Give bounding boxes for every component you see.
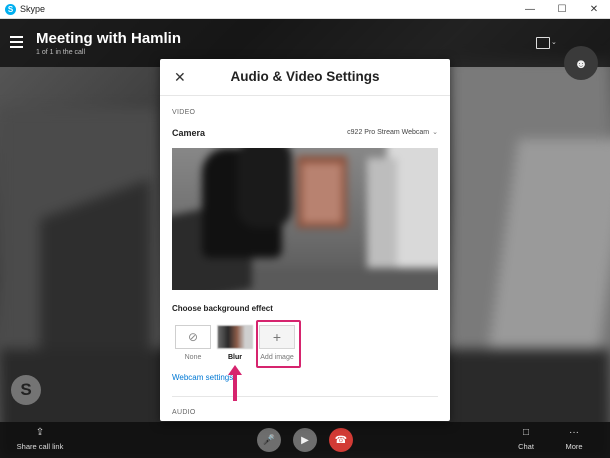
more-button[interactable]: ··· More <box>559 427 589 451</box>
divider <box>160 95 450 96</box>
camera-button[interactable]: ▶ <box>293 428 317 452</box>
background-effect-label: Choose background effect <box>172 304 273 313</box>
microphone-icon: 🎤 <box>262 434 276 446</box>
webcam-settings-link[interactable]: Webcam settings <box>172 373 233 382</box>
chat-icon: □ <box>522 427 530 438</box>
audio-video-settings-dialog: ✕ Audio & Video Settings VIDEO Camera c9… <box>160 59 450 421</box>
camera-label: Camera <box>172 128 206 138</box>
effect-none-option[interactable]: ⊘ None <box>175 325 211 361</box>
maximize-button[interactable]: ☐ <box>546 0 578 19</box>
effect-none-label: None <box>184 354 202 361</box>
effect-blur-label: Blur <box>228 354 242 361</box>
audio-section-heading: AUDIO <box>172 409 196 416</box>
call-subtitle: 1 of 1 in the call <box>36 49 86 56</box>
hang-up-icon: ☎ <box>334 434 348 446</box>
chevron-down-icon: ⌄ <box>432 129 438 136</box>
highlight-box-annotation <box>256 320 301 368</box>
share-call-link-label: Share call link <box>16 442 64 451</box>
call-controls-bar: ⇪ Share call link 🎤 ▶ ☎ □ Chat ··· More <box>0 422 610 458</box>
camera-dropdown[interactable]: c922 Pro Stream Webcam ⌄ <box>347 128 438 136</box>
more-icon: ··· <box>569 427 579 438</box>
camera-dropdown-value: c922 Pro Stream Webcam <box>347 129 430 136</box>
end-call-button[interactable]: ☎ <box>329 428 353 452</box>
more-label: More <box>565 442 583 451</box>
layout-switch-icon[interactable] <box>536 37 550 49</box>
chevron-down-icon[interactable]: ⌄ <box>551 38 557 46</box>
blur-thumbnail <box>217 325 253 349</box>
window-controls: — ☐ ✕ <box>514 0 610 19</box>
skype-avatar-badge: S <box>11 375 41 405</box>
minimize-button[interactable]: — <box>514 0 546 19</box>
hamburger-menu-icon[interactable] <box>10 36 23 48</box>
microphone-button[interactable]: 🎤 <box>257 428 281 452</box>
share-call-link-button[interactable]: ⇪ Share call link <box>16 427 64 451</box>
camera-preview <box>172 148 438 290</box>
video-camera-icon: ▶ <box>301 434 309 446</box>
arrow-up-annotation <box>228 365 242 401</box>
window-title-bar: S Skype — ☐ ✕ <box>0 0 610 19</box>
chat-button[interactable]: □ Chat <box>511 427 541 451</box>
window-title: Skype <box>20 4 46 14</box>
add-person-icon: ☻ <box>574 55 588 71</box>
call-title: Meeting with Hamlin <box>36 30 182 47</box>
dialog-title: Audio & Video Settings <box>230 69 380 84</box>
effect-blur-option[interactable]: Blur <box>217 325 253 361</box>
chat-label: Chat <box>518 442 534 451</box>
skype-logo-icon: S <box>5 3 16 15</box>
share-icon: ⇪ <box>35 427 45 438</box>
none-icon: ⊘ <box>175 325 211 349</box>
divider <box>172 396 438 397</box>
close-window-button[interactable]: ✕ <box>578 0 610 19</box>
add-participant-button[interactable]: ☻ <box>564 46 598 80</box>
video-section-heading: VIDEO <box>172 109 196 116</box>
